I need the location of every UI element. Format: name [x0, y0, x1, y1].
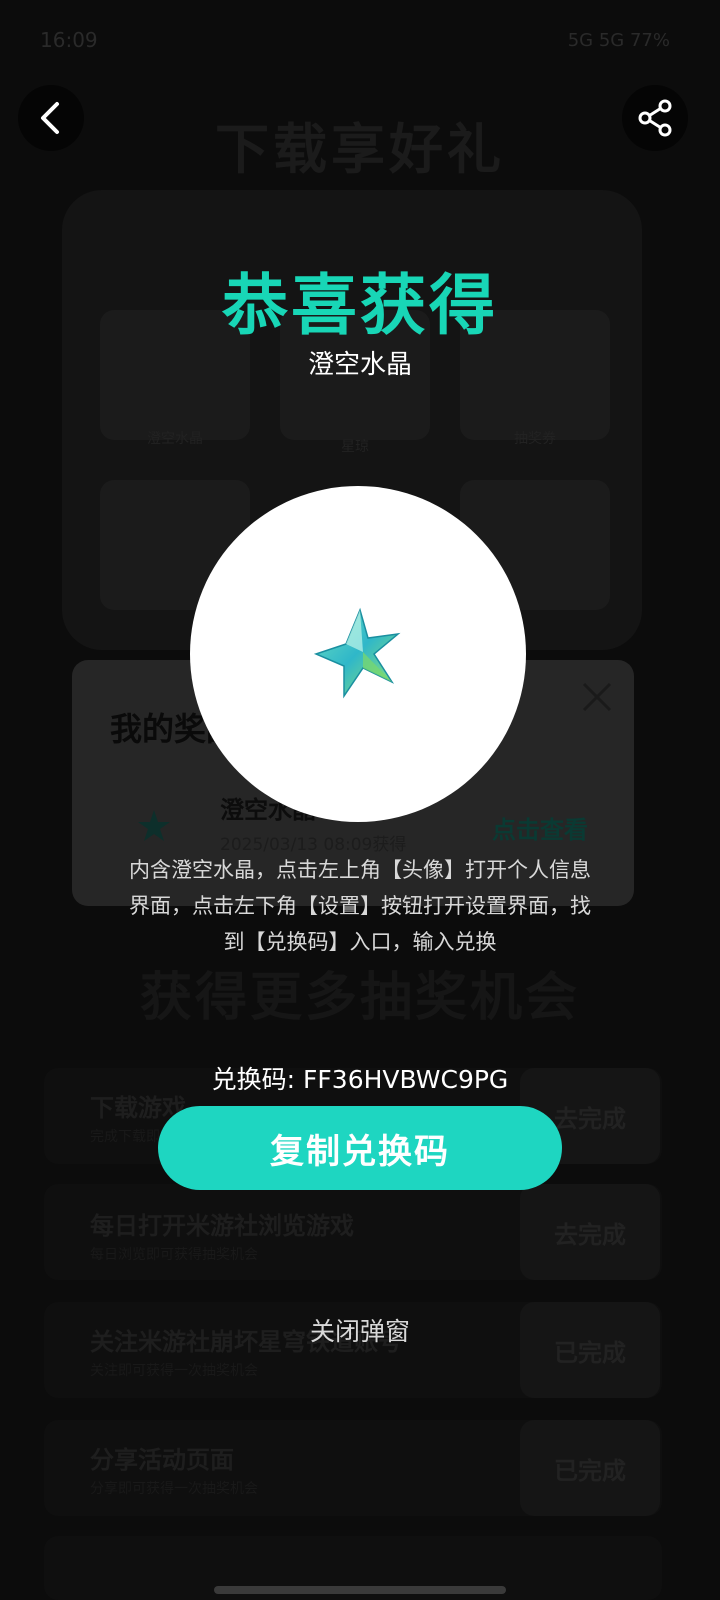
view-prize-link[interactable]: 点击查看: [492, 810, 588, 845]
dialog-headline: 恭喜获得: [222, 267, 498, 344]
home-indicator[interactable]: [214, 1586, 506, 1594]
prize-tile-label: 澄空水晶: [147, 431, 203, 447]
more-chances-title: 获得更多抽奖机会: [139, 968, 580, 1028]
task-desc: 每日浏览即可获得抽奖机会: [90, 1247, 258, 1263]
task-title: 每日打开米游社浏览游戏: [90, 1212, 354, 1240]
task-action-button[interactable]: 去完成: [520, 1184, 660, 1280]
page-title: 下载享好礼: [215, 118, 505, 181]
reward-description: 内含澄空水晶，点击左上角【头像】打开个人信息界面，点击左下角【设置】按钮打开设置…: [129, 858, 591, 954]
task-action-button[interactable]: 已完成: [520, 1420, 660, 1516]
close-dialog-link[interactable]: 关闭弹窗: [0, 1312, 720, 1348]
status-bar: 16:09 5G 5G 77%: [0, 0, 720, 84]
status-indicators: 5G 5G 77%: [567, 30, 670, 51]
prize-tile-label: 抽奖券: [514, 431, 556, 447]
status-time: 16:09: [40, 28, 98, 52]
crystal-star-icon: [313, 607, 401, 699]
reward-image: [190, 486, 526, 822]
redeem-code-value: FF36HVBWC9PG: [303, 1065, 509, 1094]
reward-name: 澄空水晶: [307, 350, 412, 380]
redeem-code-label: 兑换码:: [211, 1065, 304, 1094]
crystal-thumb-icon: [138, 810, 170, 841]
prize-tile-label: 星琼: [341, 439, 369, 455]
close-icon[interactable]: [580, 680, 614, 714]
task-desc: 分享即可获得一次抽奖机会: [90, 1481, 258, 1497]
task-title: 分享活动页面: [90, 1446, 234, 1474]
redeem-code-line: 兑换码: FF36HVBWC9PG: [0, 1060, 720, 1096]
copy-code-button[interactable]: 复制兑换码: [158, 1106, 562, 1190]
task-desc: 关注即可获得一次抽奖机会: [90, 1363, 258, 1379]
